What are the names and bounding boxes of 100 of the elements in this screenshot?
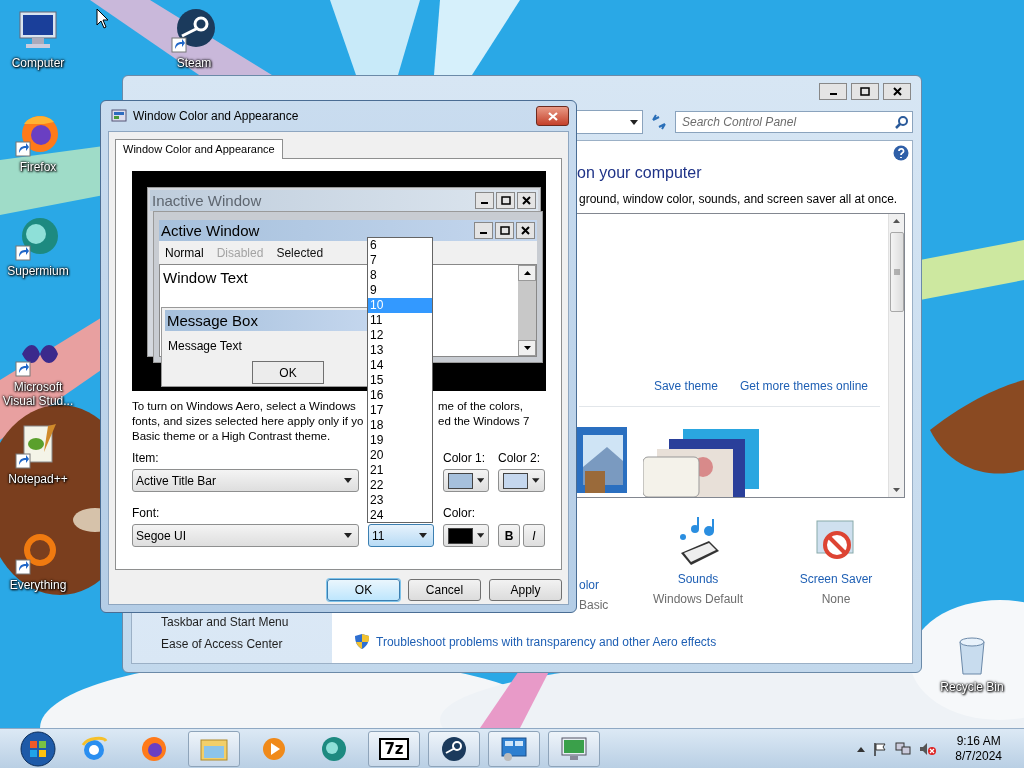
arrow-up-icon[interactable] bbox=[893, 219, 900, 223]
sidebar-link[interactable]: Ease of Access Center bbox=[161, 637, 332, 651]
arrow-down-icon bbox=[523, 346, 531, 350]
list-option[interactable]: 19 bbox=[368, 433, 432, 448]
list-option[interactable]: 6 bbox=[368, 238, 432, 253]
bold-button[interactable]: B bbox=[498, 524, 520, 547]
search-icon[interactable] bbox=[895, 116, 908, 129]
theme-link[interactable]: Save theme bbox=[653, 379, 718, 393]
color-picker[interactable] bbox=[443, 524, 489, 547]
window-color-icon bbox=[111, 109, 127, 123]
setting-value: Basic bbox=[579, 597, 609, 614]
maximize-icon bbox=[499, 226, 510, 235]
window-text: Window Text bbox=[163, 269, 248, 286]
tab[interactable]: Window Color and Appearance bbox=[115, 139, 283, 159]
arrow-down-icon[interactable] bbox=[893, 488, 900, 492]
clock-time[interactable]: 9:16 AM bbox=[956, 733, 1001, 749]
theme-link[interactable]: Get more themes online bbox=[739, 379, 868, 393]
list-option[interactable]: 12 bbox=[368, 328, 432, 343]
font-dropdown[interactable]: Segoe UI bbox=[132, 524, 359, 547]
taskbar-button[interactable]: 7z bbox=[368, 730, 420, 767]
caret-icon bbox=[476, 533, 484, 538]
archive-icon: 7z bbox=[379, 737, 409, 760]
list-option[interactable]: 14 bbox=[368, 358, 432, 373]
close-icon bbox=[522, 196, 531, 205]
list-option[interactable]: 9 bbox=[368, 283, 432, 298]
grip-icon[interactable] bbox=[893, 269, 900, 275]
info-text: ed the Windows 7 bbox=[438, 414, 530, 429]
color-picker[interactable] bbox=[498, 469, 545, 492]
setting-title[interactable]: Screen Saver bbox=[799, 569, 873, 589]
page-heading: on your computer bbox=[577, 163, 703, 183]
maximize-icon bbox=[500, 196, 511, 205]
list-option[interactable]: 11 bbox=[368, 313, 432, 328]
dialog-button[interactable]: OK bbox=[327, 579, 400, 601]
list-option[interactable]: 16 bbox=[368, 388, 432, 403]
list-option[interactable]: 21 bbox=[368, 463, 432, 478]
close-button[interactable] bbox=[883, 83, 911, 100]
app-icon bbox=[440, 734, 468, 763]
menu-item: Selected bbox=[276, 245, 324, 260]
list-option[interactable]: 13 bbox=[368, 343, 432, 358]
window-title: Active Window bbox=[161, 222, 260, 239]
close-icon bbox=[892, 87, 902, 96]
desktop-icon-label[interactable]: Recycle Bin bbox=[936, 680, 1008, 694]
minimize-button[interactable] bbox=[819, 83, 847, 100]
caret-icon bbox=[344, 533, 352, 538]
list-option[interactable]: 15 bbox=[368, 373, 432, 388]
network-icon[interactable] bbox=[895, 741, 912, 756]
caret-icon bbox=[630, 119, 638, 125]
info-text: Basic theme or a High Contrast theme. bbox=[132, 429, 331, 444]
taskbar-button[interactable] bbox=[428, 730, 480, 767]
desktop-icon-label[interactable]: Notepad++ bbox=[2, 472, 74, 486]
list-option[interactable]: 23 bbox=[368, 493, 432, 508]
caret-icon bbox=[476, 478, 484, 483]
page-description: ground, window color, sounds, and screen saver all at once. bbox=[579, 192, 899, 207]
arrow-up-icon bbox=[523, 271, 531, 275]
speaker-muted-icon[interactable] bbox=[919, 741, 938, 756]
field-label: Color: bbox=[443, 506, 476, 521]
troubleshoot-link[interactable]: Troubleshoot problems with transparency and other Aero effects bbox=[376, 634, 717, 649]
cursor-icon bbox=[96, 8, 110, 30]
list-option[interactable]: 22 bbox=[368, 478, 432, 493]
ok-button: OK bbox=[252, 361, 324, 384]
search-field[interactable]: Search Control Panel bbox=[675, 111, 913, 133]
maximize-icon bbox=[860, 87, 870, 96]
field-label: Item: bbox=[132, 451, 160, 466]
color-picker[interactable] bbox=[443, 469, 489, 492]
menu-item: Normal bbox=[165, 245, 204, 260]
scrollbar[interactable] bbox=[888, 214, 904, 497]
chevron-up-icon[interactable] bbox=[857, 745, 866, 752]
info-text: To turn on Windows Aero, select a Windows bbox=[132, 399, 356, 414]
list-option[interactable]: 7 bbox=[368, 253, 432, 268]
size-list[interactable]: 6 7 8 9 10 11 12 13 14 15 16 17 18 19 20 21 22 23 24 bbox=[367, 237, 433, 523]
maximize-button[interactable] bbox=[851, 83, 879, 100]
app-icon[interactable] bbox=[170, 6, 218, 54]
caret-icon bbox=[344, 478, 352, 483]
item-dropdown[interactable]: Active Title Bar bbox=[132, 469, 359, 492]
close-icon bbox=[547, 111, 558, 121]
setting-value: None bbox=[821, 591, 851, 608]
dialog-button[interactable]: Cancel bbox=[408, 579, 481, 601]
italic-button[interactable]: I bbox=[523, 524, 545, 547]
help-icon[interactable] bbox=[893, 145, 909, 161]
close-button[interactable] bbox=[536, 106, 569, 126]
size-dropdown[interactable]: 11 bbox=[368, 524, 434, 547]
info-text: fonts, and sizes selected here apply only if yo bbox=[132, 414, 364, 429]
setting-value: Windows Default bbox=[652, 591, 743, 608]
dialog-button[interactable]: Apply bbox=[489, 579, 562, 601]
start-button[interactable] bbox=[18, 729, 58, 768]
list-option[interactable]: 24 bbox=[368, 508, 432, 523]
caret-icon bbox=[419, 533, 427, 538]
window-title: Window Color and Appearance bbox=[133, 109, 299, 123]
list-option[interactable]: 17 bbox=[368, 403, 432, 418]
setting-title[interactable]: olor bbox=[579, 575, 599, 595]
list-option[interactable]: 20 bbox=[368, 448, 432, 463]
shield-icon bbox=[354, 633, 370, 650]
flag-icon[interactable] bbox=[873, 741, 888, 756]
taskbar-button[interactable] bbox=[488, 730, 540, 767]
list-option[interactable]: 18 bbox=[368, 418, 432, 433]
field-label: Font: bbox=[132, 506, 161, 521]
sidebar-link[interactable]: Taskbar and Start Menu bbox=[161, 615, 332, 629]
clock-date[interactable]: 8/7/2024 bbox=[955, 748, 1002, 764]
list-option[interactable]: 8 bbox=[368, 268, 432, 283]
setting-title[interactable]: Sounds bbox=[677, 569, 719, 589]
